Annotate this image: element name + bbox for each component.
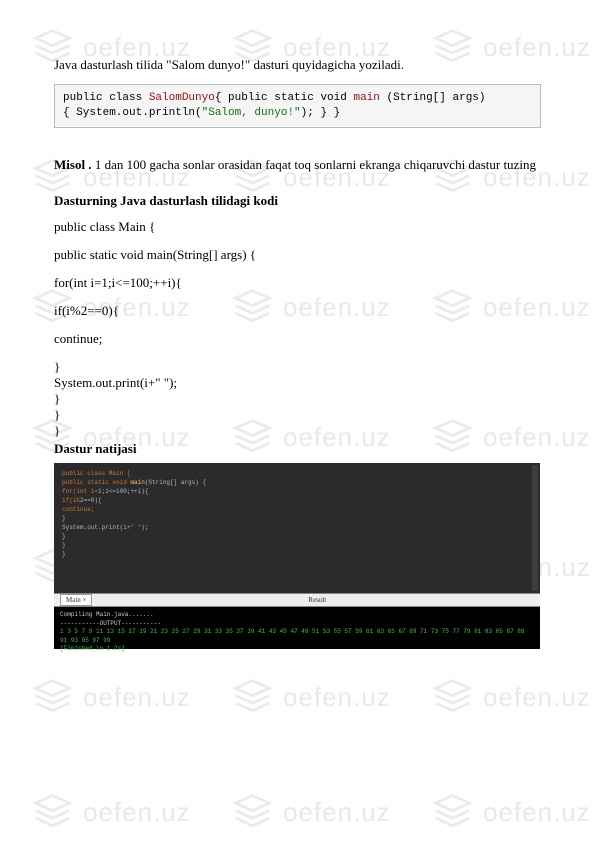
watermark-text: oefen.uz xyxy=(483,682,591,713)
page-content: Java dasturlash tilida "Salom dunyo!" da… xyxy=(0,0,595,679)
watermark: oefen.uz xyxy=(430,675,591,720)
watermark: oefen.uz xyxy=(230,790,391,835)
stack-icon xyxy=(230,675,275,720)
misol-text: 1 dan 100 gacha sonlar orasidan faqat to… xyxy=(92,157,536,172)
code-line: } xyxy=(54,391,541,407)
console-output: 1 3 5 7 9 11 13 15 17 19 21 23 25 27 29 … xyxy=(60,628,534,645)
ide-line: continue; xyxy=(62,505,532,514)
stack-icon xyxy=(230,790,275,835)
misol-label: Misol . xyxy=(54,157,92,172)
watermark: oefen.uz xyxy=(230,675,391,720)
watermark-text: oefen.uz xyxy=(83,682,191,713)
watermark-text: oefen.uz xyxy=(483,797,591,828)
console-line: Compiling Main.java....... xyxy=(60,611,534,619)
ide-line: System.out.print(i+" "); xyxy=(62,523,532,532)
watermark: oefen.uz xyxy=(30,790,191,835)
ide-tab: Main × xyxy=(60,594,92,606)
code-sample-box: public class SalomDunyo{ public static v… xyxy=(54,84,541,129)
ide-line: } xyxy=(62,532,532,541)
ide-line: } xyxy=(62,541,532,550)
result-title: Dastur natijasi xyxy=(54,441,541,457)
watermark-text: oefen.uz xyxy=(283,797,391,828)
ide-line: } xyxy=(62,514,532,523)
code-line: continue; xyxy=(54,331,541,347)
result-label: Result xyxy=(308,596,326,604)
stack-icon xyxy=(30,790,75,835)
code-line: public static void main(String[] args) { xyxy=(54,247,541,263)
ide-line: public static void main(String[] args) { xyxy=(62,478,532,487)
watermark-text: oefen.uz xyxy=(83,797,191,828)
stack-icon xyxy=(30,675,75,720)
watermark-text: oefen.uz xyxy=(283,682,391,713)
code-line: } xyxy=(54,423,541,439)
ide-tab-bar: Main × Result xyxy=(54,593,540,607)
watermark: oefen.uz xyxy=(30,675,191,720)
code-line: public class SalomDunyo{ public static v… xyxy=(63,91,532,106)
editor-pane: public class Main { public static void m… xyxy=(54,463,540,593)
ide-line: } xyxy=(62,550,532,559)
code-line: { System.out.println("Salom, dunyo!"); }… xyxy=(63,106,532,121)
code-line: } xyxy=(54,359,541,375)
ide-line: public class Main { xyxy=(62,469,532,478)
code-line: } xyxy=(54,407,541,423)
console-pane: Compiling Main.java....... -----------OU… xyxy=(54,607,540,649)
watermark: oefen.uz xyxy=(430,790,591,835)
editor-scrollbar xyxy=(532,465,538,591)
misol-paragraph: Misol . 1 dan 100 gacha sonlar orasidan … xyxy=(54,156,541,174)
console-line: -----------OUTPUT----------- xyxy=(60,620,534,628)
code-line: if(i%2==0){ xyxy=(54,303,541,319)
section-title: Dasturning Java dasturlash tilidagi kodi xyxy=(54,192,541,210)
intro-text: Java dasturlash tilida "Salom dunyo!" da… xyxy=(54,56,541,74)
stack-icon xyxy=(430,790,475,835)
console-line: [Finished in 1.2s] xyxy=(60,645,534,653)
code-line: public class Main { xyxy=(54,219,541,235)
ide-line: for(int i=1;i<=100;++i){ xyxy=(62,487,532,496)
code-line: System.out.print(i+" "); xyxy=(54,375,541,391)
ide-line: if(i%2==0){ xyxy=(62,496,532,505)
stack-icon xyxy=(430,675,475,720)
code-line: for(int i=1;i<=100;++i){ xyxy=(54,275,541,291)
ide-screenshot: public class Main { public static void m… xyxy=(54,463,540,649)
